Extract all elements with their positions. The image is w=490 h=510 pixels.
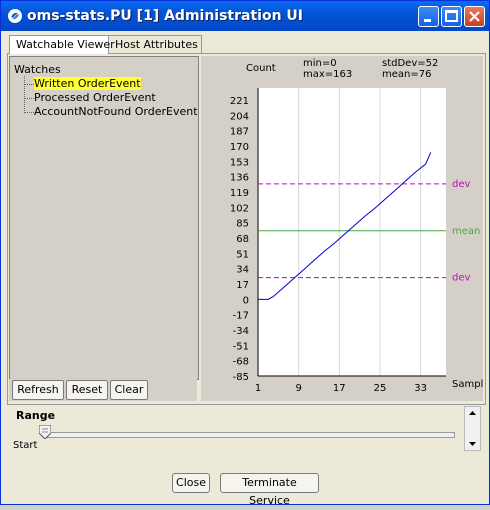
y-tick-label: 153 — [230, 157, 249, 168]
tree-item-accountnotfound-orderevent[interactable]: AccountNotFound OrderEvent — [34, 105, 198, 118]
tab-watchable-viewer[interactable]: Watchable Viewer — [9, 35, 115, 54]
minimize-button[interactable] — [418, 6, 439, 27]
stat-min: min=0 — [303, 58, 337, 69]
y-tick-label: 34 — [236, 265, 249, 276]
chart-panel: 1 9 17 25 33 221 204 187 170 153 136 119 102 85 68 51 34… — [201, 56, 483, 401]
y-tick-label: 119 — [230, 188, 249, 199]
tree-connector — [24, 98, 34, 99]
y-tick-label: 170 — [230, 142, 249, 153]
tree-connector — [24, 112, 34, 113]
close-button[interactable]: Close — [172, 473, 210, 493]
y-tick-label: 85 — [236, 219, 249, 230]
range-slider-track[interactable] — [45, 432, 455, 438]
range-start-label: Start — [13, 440, 38, 451]
range-slider-thumb[interactable] — [39, 425, 51, 439]
tree-item-processed-orderevent[interactable]: Processed OrderEvent — [34, 91, 156, 104]
close-icon — [469, 11, 480, 22]
reference-label-dev: dev — [452, 273, 471, 284]
tree-root-watches[interactable]: Watches — [14, 63, 61, 76]
app-icon — [8, 9, 22, 23]
x-tick-label: 17 — [333, 383, 346, 394]
tree-item-written-orderevent[interactable]: Written OrderEvent — [34, 77, 141, 90]
y-tick-label: -85 — [233, 372, 249, 383]
x-tick-label: 33 — [414, 383, 427, 394]
y-tick-label: 68 — [236, 234, 249, 245]
x-tick-label: 1 — [255, 383, 261, 394]
close-window-button[interactable] — [464, 6, 485, 27]
range-label: Range — [16, 409, 56, 422]
y-tick-label: 0 — [243, 295, 249, 306]
minimize-icon — [424, 19, 431, 22]
title-bar[interactable]: oms-stats.PU [1] Administration UI — [1, 1, 489, 31]
maximize-button[interactable] — [441, 6, 462, 27]
terminate-service-button[interactable]: Terminate Service — [220, 473, 319, 507]
x-tick-label: 25 — [374, 383, 387, 394]
y-tick-label: 17 — [236, 280, 249, 291]
stat-mean: mean=76 — [382, 69, 431, 80]
y-tick-label: 221 — [230, 96, 249, 107]
stat-max: max=163 — [303, 69, 352, 80]
window-title: oms-stats.PU [1] Administration UI — [27, 8, 303, 24]
reference-label-mean: mean — [452, 226, 480, 237]
tab-host-attributes[interactable]: Host Attributes — [108, 35, 202, 53]
x-tick-label: 9 — [295, 383, 301, 394]
range-panel: Range Start — [7, 406, 484, 452]
y-tick-label: -68 — [233, 357, 249, 368]
y-tick-label: -51 — [233, 341, 249, 352]
y-tick-label: 187 — [230, 127, 249, 138]
y-tick-label: 204 — [230, 111, 249, 122]
scroll-arrows-icon — [469, 411, 476, 446]
plot-background — [258, 88, 446, 376]
watches-tree[interactable]: Watches Written OrderEvent Processed Ord… — [9, 56, 199, 380]
y-axis-label: Count — [246, 63, 276, 74]
reference-label-dev: dev — [452, 179, 471, 190]
y-tick-label: 51 — [236, 249, 249, 260]
line-chart: 1 9 17 25 3322120418717015313611910285685134… — [230, 58, 483, 394]
tree-connector — [24, 84, 34, 85]
admin-window: oms-stats.PU [1] Administration UI Watch… — [0, 0, 490, 507]
tree-button-bar: Refresh Reset Clear — [9, 379, 197, 401]
range-scrollbar[interactable] — [464, 406, 481, 451]
clear-button[interactable]: Clear — [110, 380, 148, 400]
y-tick-label: -17 — [233, 311, 249, 322]
tree-connector — [24, 76, 25, 111]
y-tick-label: 102 — [230, 203, 249, 214]
stat-stddev: stdDev=52 — [382, 58, 438, 69]
y-tick-label: 136 — [230, 173, 249, 184]
x-axis-label: Sampl — [452, 379, 483, 390]
y-tick-label: -34 — [233, 326, 249, 337]
reset-button[interactable]: Reset — [66, 380, 108, 400]
refresh-button[interactable]: Refresh — [12, 380, 64, 400]
maximize-icon — [445, 10, 458, 22]
